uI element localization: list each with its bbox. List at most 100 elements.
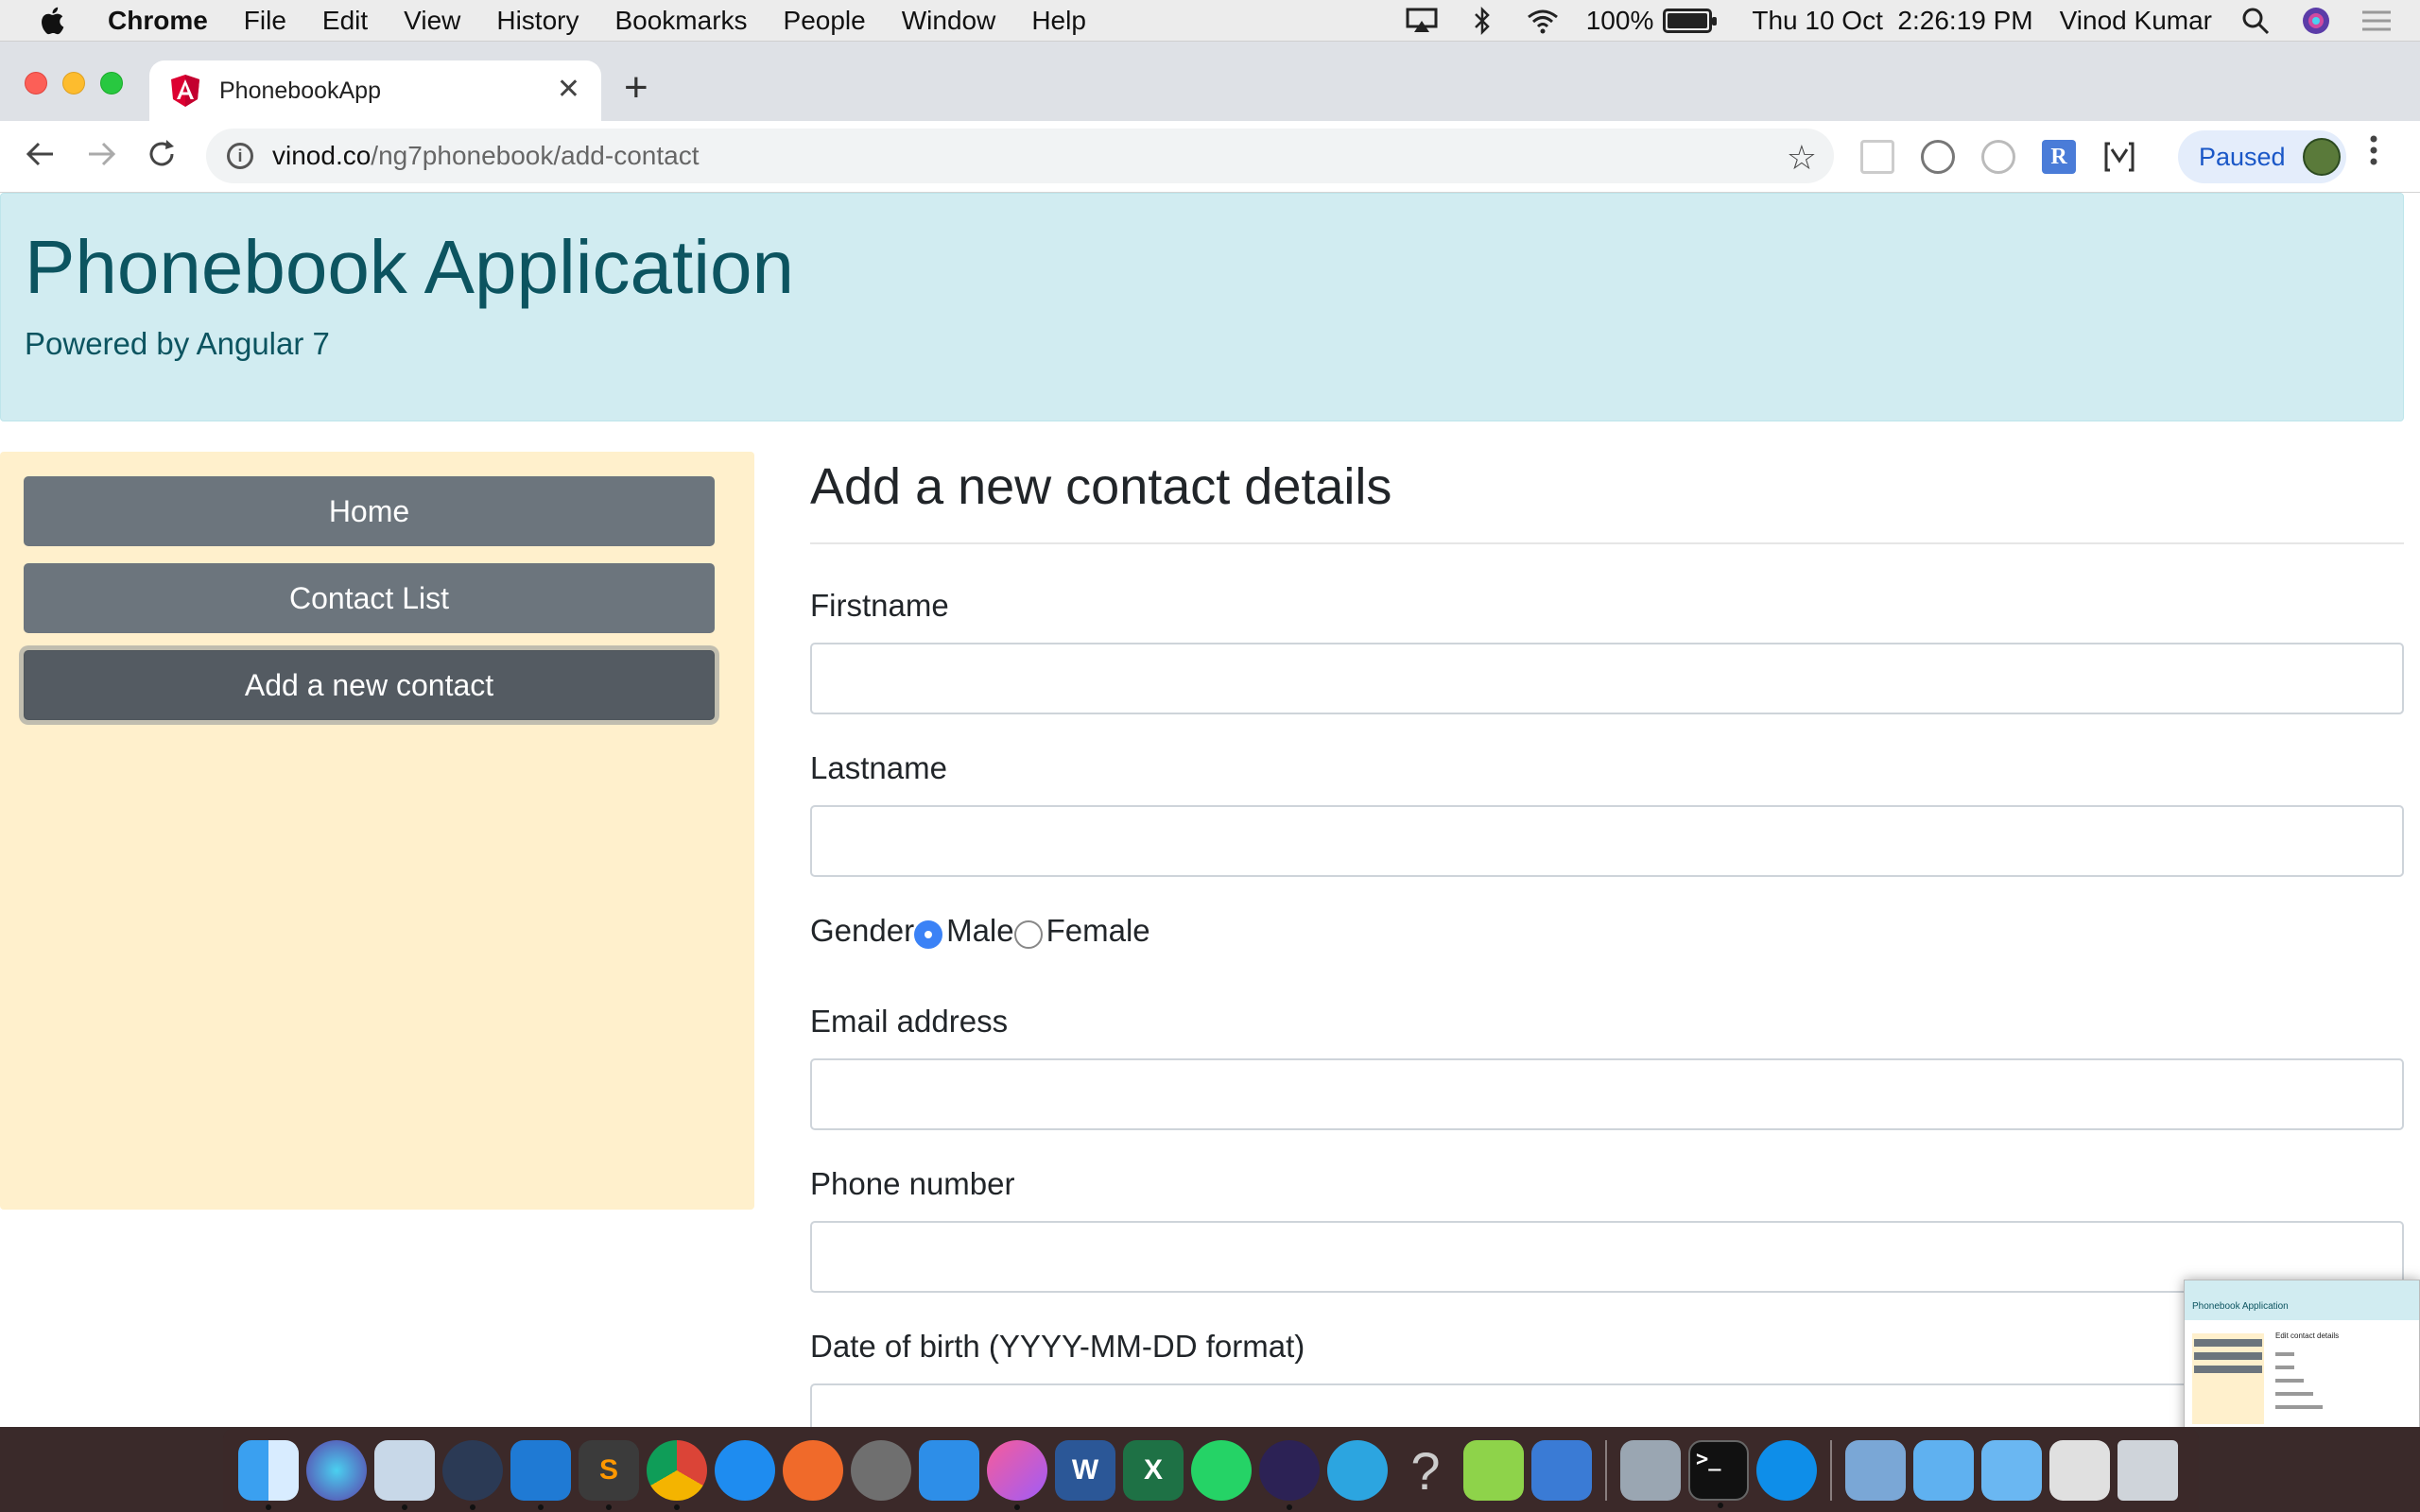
reload-icon[interactable] xyxy=(146,138,178,177)
url-domain: vinod.co xyxy=(272,141,372,170)
nav-home-button[interactable]: Home xyxy=(24,476,715,546)
close-window-button[interactable] xyxy=(25,72,47,94)
extension-r-icon[interactable]: R xyxy=(2042,140,2076,174)
siri-dock-icon[interactable] xyxy=(306,1440,367,1501)
minimize-window-button[interactable] xyxy=(62,72,85,94)
gender-female-label[interactable]: Female xyxy=(1046,913,1150,949)
address-bar[interactable]: i vinod.co/ng7phonebook/add-contact ☆ xyxy=(206,129,1834,183)
firstname-input[interactable] xyxy=(810,643,2404,714)
app-header: Phonebook Application Powered by Angular… xyxy=(0,193,2404,421)
bookmark-star-icon[interactable]: ☆ xyxy=(1787,138,1817,178)
keynote-icon[interactable] xyxy=(919,1440,979,1501)
sublime-text-icon[interactable]: S xyxy=(579,1440,639,1510)
gender-male-label[interactable]: Male xyxy=(946,913,1014,949)
menu-bookmarks[interactable]: Bookmarks xyxy=(614,6,747,36)
eclipse-icon[interactable] xyxy=(1259,1440,1320,1510)
excel-icon[interactable]: X xyxy=(1123,1440,1184,1501)
word-icon[interactable]: W xyxy=(1055,1440,1115,1501)
menu-view[interactable]: View xyxy=(404,6,460,36)
running-indicator xyxy=(1014,1504,1020,1510)
safari-icon[interactable] xyxy=(715,1440,775,1501)
browser-window: PhonebookApp ✕ + i vinod.co/ng7phonebook… xyxy=(0,42,2420,1427)
menu-file[interactable]: File xyxy=(244,6,286,36)
quicktime-icon[interactable] xyxy=(442,1440,503,1510)
terminal-icon[interactable]: >_ xyxy=(1688,1440,1749,1508)
sidebar-nav: Home Contact List Add a new contact xyxy=(0,452,754,1210)
user-name[interactable]: Vinod Kumar xyxy=(2060,6,2212,36)
tab-phonebookapp[interactable]: PhonebookApp ✕ xyxy=(149,60,601,121)
extension-mercury-icon[interactable] xyxy=(2102,140,2136,174)
menu-people[interactable]: People xyxy=(784,6,866,36)
battery-icon[interactable] xyxy=(1663,9,1718,33)
gender-group: Gender Male Female xyxy=(810,913,1150,949)
documents-folder-icon[interactable] xyxy=(1981,1440,2042,1501)
site-info-icon[interactable]: i xyxy=(227,143,253,169)
bluetooth-icon[interactable] xyxy=(1465,7,1499,35)
menu-help[interactable]: Help xyxy=(1031,6,1086,36)
teamviewer-icon[interactable] xyxy=(1756,1440,1817,1501)
back-arrow-icon[interactable] xyxy=(25,138,57,177)
running-indicator xyxy=(1718,1503,1723,1508)
siri-icon[interactable] xyxy=(2299,8,2333,34)
dob-input[interactable] xyxy=(810,1383,2404,1427)
finder-icon[interactable] xyxy=(238,1440,299,1510)
running-indicator xyxy=(606,1504,612,1510)
screenshot-thumbnail[interactable]: Phonebook Application Edit contact detai… xyxy=(2184,1280,2420,1427)
gender-female-radio[interactable] xyxy=(1013,920,1043,949)
form-heading: Add a new contact details xyxy=(810,458,1392,515)
chrome-icon[interactable] xyxy=(647,1440,707,1510)
mail-icon[interactable] xyxy=(374,1440,435,1510)
gender-male-radio[interactable] xyxy=(914,920,943,949)
spotlight-search-icon[interactable] xyxy=(2238,8,2273,35)
whatsapp-icon[interactable] xyxy=(1191,1440,1252,1501)
sketch-pen-icon[interactable] xyxy=(783,1440,843,1501)
forward-arrow-icon[interactable] xyxy=(85,138,117,177)
running-indicator xyxy=(470,1504,475,1510)
page-subtitle: Powered by Angular 7 xyxy=(25,326,330,361)
more-menu-icon[interactable] xyxy=(2369,134,2378,176)
menu-window[interactable]: Window xyxy=(902,6,996,36)
apple-logo-icon[interactable] xyxy=(38,5,70,37)
extension-gear-icon[interactable] xyxy=(1921,140,1955,174)
camtasia-icon[interactable] xyxy=(1463,1440,1524,1501)
menu-history[interactable]: History xyxy=(496,6,579,36)
downloads-folder-icon[interactable] xyxy=(1845,1440,1906,1501)
new-tab-button[interactable]: + xyxy=(624,64,648,112)
extension-grid-icon[interactable] xyxy=(1860,140,1894,174)
phone-label: Phone number xyxy=(810,1166,1015,1201)
airplay-icon[interactable] xyxy=(1405,8,1439,34)
email-input[interactable] xyxy=(810,1058,2404,1130)
extension-react-icon[interactable] xyxy=(1981,140,2015,174)
preview-icon[interactable] xyxy=(1620,1440,1681,1501)
applications-folder-icon[interactable] xyxy=(1913,1440,1974,1501)
tab-strip: PhonebookApp ✕ + xyxy=(0,42,2420,121)
remote-desktop-icon[interactable] xyxy=(1531,1440,1592,1501)
close-tab-icon[interactable]: ✕ xyxy=(557,76,580,104)
lastname-label: Lastname xyxy=(810,750,947,785)
telegram-icon[interactable] xyxy=(1327,1440,1388,1501)
running-indicator xyxy=(266,1504,271,1510)
notification-center-icon[interactable] xyxy=(2360,8,2394,34)
macos-dock: S W X ? >_ xyxy=(223,1429,2199,1512)
music-stack-icon[interactable] xyxy=(2049,1440,2110,1501)
system-preferences-icon[interactable] xyxy=(851,1440,911,1501)
thumbnail-heading: Edit contact details xyxy=(2275,1332,2340,1340)
menu-app-name[interactable]: Chrome xyxy=(108,6,208,36)
trash-icon[interactable] xyxy=(2118,1440,2178,1501)
clock[interactable]: Thu 10 Oct 2:26:19 PM xyxy=(1752,6,2032,36)
running-indicator xyxy=(1287,1504,1292,1510)
nav-add-contact-button[interactable]: Add a new contact xyxy=(24,650,715,720)
itunes-icon[interactable] xyxy=(987,1440,1047,1510)
menu-edit[interactable]: Edit xyxy=(322,6,368,36)
lastname-input[interactable] xyxy=(810,805,2404,877)
nav-contact-list-button[interactable]: Contact List xyxy=(24,563,715,633)
help-question-icon[interactable]: ? xyxy=(1395,1440,1456,1501)
profile-button[interactable]: Paused xyxy=(2178,130,2346,183)
phone-input[interactable] xyxy=(810,1221,2404,1293)
wifi-icon[interactable] xyxy=(1526,8,1560,34)
gender-label: Gender xyxy=(810,913,915,948)
maximize-window-button[interactable] xyxy=(100,72,123,94)
browser-toolbar: i vinod.co/ng7phonebook/add-contact ☆ R … xyxy=(0,121,2420,193)
angular-favicon-icon xyxy=(171,75,199,107)
vscode-icon[interactable] xyxy=(510,1440,571,1510)
